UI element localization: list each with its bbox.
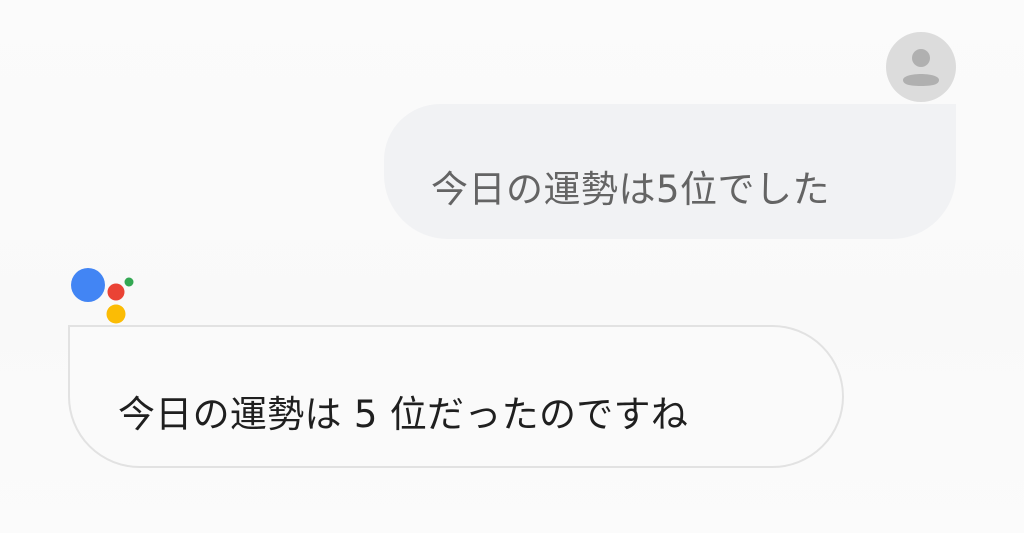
assistant-yellow-dot bbox=[106, 304, 126, 324]
person-icon bbox=[903, 49, 939, 86]
assistant-green-dot bbox=[124, 277, 134, 287]
google-assistant-dots-icon bbox=[66, 262, 138, 328]
user-message-text: 今日の運勢は5位でした bbox=[431, 167, 831, 211]
user-message-bubble: 今日の運勢は5位でした bbox=[384, 104, 956, 239]
assistant-message-bubble: 今日の運勢は 5 位だったのですね bbox=[68, 325, 844, 468]
assistant-message-text: 今日の運勢は 5 位だったのですね bbox=[118, 392, 689, 436]
assistant-blue-dot bbox=[71, 268, 105, 302]
assistant-red-dot bbox=[107, 283, 125, 301]
user-avatar bbox=[886, 32, 956, 102]
